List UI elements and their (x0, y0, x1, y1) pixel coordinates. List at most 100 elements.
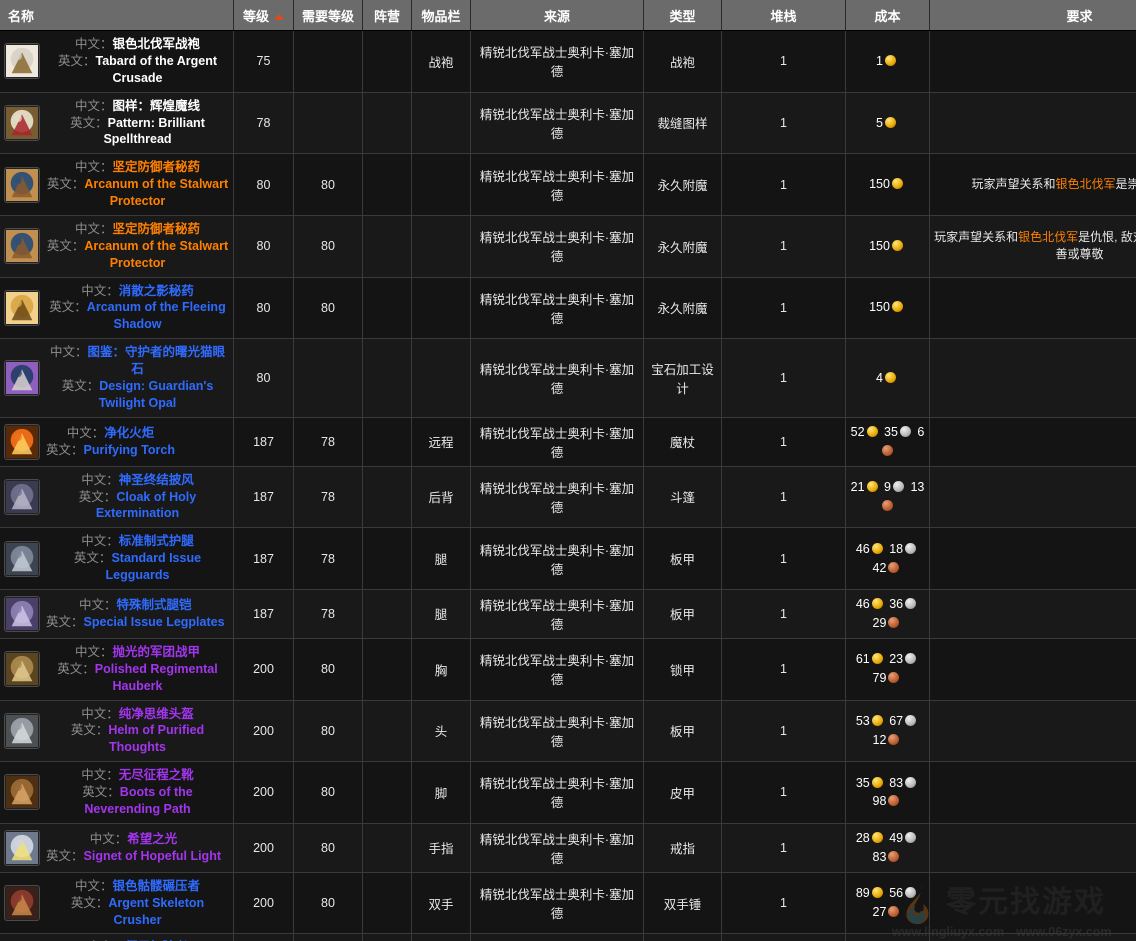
column-header-level[interactable]: 等级 (234, 0, 294, 31)
item-name-cn[interactable]: 无尽征程之靴 (119, 768, 194, 782)
two-hand-mace-icon[interactable] (4, 885, 40, 921)
cell-source[interactable]: 精锐北伐军战士奥利卡·塞加德 (471, 31, 644, 93)
cloak-icon[interactable] (4, 479, 40, 515)
column-header-req[interactable]: 要求 (930, 0, 1136, 31)
column-header-type[interactable]: 类型 (644, 0, 722, 31)
table-row[interactable]: 中文：消散之影秘药英文：Arcanum of the Fleeing Shado… (0, 277, 1136, 339)
cell-source[interactable]: 精锐北伐军战士奥利卡·塞加德 (471, 154, 644, 216)
item-name-en[interactable]: Standard Issue Legguards (106, 551, 202, 582)
table-row[interactable]: 中文：银色骷髅碾压者英文：Argent Skeleton Crusher2008… (0, 872, 1136, 934)
item-name-en[interactable]: Purifying Torch (84, 443, 175, 457)
item-name-cn[interactable]: 银色骷髅碾压者 (113, 879, 201, 893)
item-name-cn[interactable]: 标准制式护腿 (119, 534, 194, 548)
column-header-faction[interactable]: 阵营 (363, 0, 412, 31)
table-row[interactable]: 中文：银色北伐军战袍英文：Tabard of the Argent Crusad… (0, 31, 1136, 93)
req-prefix: 玩家声望关系和 (971, 177, 1055, 191)
cell-name: 中文：消散之影秘药英文：Arcanum of the Fleeing Shado… (0, 277, 234, 339)
cell-cost: 46 18 42 (846, 528, 930, 590)
item-name-cn[interactable]: 坚定防御者秘药 (113, 222, 201, 236)
item-name-en[interactable]: Design: Guardian's Twilight Opal (99, 379, 214, 410)
legplates-icon[interactable] (4, 596, 40, 632)
item-name-cn[interactable]: 图鉴：守护者的曙光猫眼石 (88, 345, 226, 376)
cell-source[interactable]: 精锐北伐军战士奥利卡·塞加德 (471, 466, 644, 528)
ring-signet-icon[interactable] (4, 830, 40, 866)
column-header-slot[interactable]: 物品栏 (412, 0, 471, 31)
table-row[interactable]: 中文：抛光的军团战甲英文：Polished Regimental Hauberk… (0, 638, 1136, 700)
cell-source[interactable]: 精锐北伐军战士奥利卡·塞加德 (471, 92, 644, 154)
item-name-block: 中文：希望之光英文：Signet of Hopeful Light (46, 831, 221, 865)
item-name-en[interactable]: Special Issue Legplates (84, 615, 225, 629)
item-name-en[interactable]: Arcanum of the Stalwart Protector (84, 239, 228, 270)
cell-source[interactable]: 精锐北伐军战士奥利卡·塞加德 (471, 215, 644, 277)
item-name-en[interactable]: Arcanum of the Stalwart Protector (84, 177, 228, 208)
arcanum-blue-icon[interactable] (4, 228, 40, 264)
tabard-white-icon[interactable] (4, 43, 40, 79)
column-header-name[interactable]: 名称 (0, 0, 234, 31)
item-name-en[interactable]: Arcanum of the Fleeing Shadow (87, 300, 226, 331)
item-name-en[interactable]: Helm of Purified Thoughts (108, 723, 204, 754)
item-name-en[interactable]: Pattern: Brilliant Spellthread (103, 116, 204, 147)
cell-type: 战袍 (644, 31, 722, 93)
item-name-en-line: 英文：Boots of the Neverending Path (46, 784, 229, 818)
item-name-en[interactable]: Tabard of the Argent Crusade (95, 54, 217, 85)
table-row[interactable]: 中文：标准制式护腿英文：Standard Issue Legguards1877… (0, 528, 1136, 590)
pattern-scroll-icon[interactable] (4, 105, 40, 141)
design-parchment-icon[interactable] (4, 360, 40, 396)
item-name-en[interactable]: Argent Skeleton Crusher (108, 896, 204, 927)
cell-source[interactable]: 精锐北伐军战士奥利卡·塞加德 (471, 589, 644, 638)
helm-plate-icon[interactable] (4, 713, 40, 749)
item-name-cn[interactable]: 纯净思维头盔 (119, 707, 194, 721)
torch-fire-icon[interactable] (4, 424, 40, 460)
table-row[interactable]: 中文：净化火炬英文：Purifying Torch18778远程精锐北伐军战士奥… (0, 417, 1136, 466)
cost-value: 21 9 13 (850, 478, 925, 516)
item-name-cn[interactable]: 特殊制式腿铠 (117, 598, 192, 612)
table-row[interactable]: 中文：坚定防御者秘药英文：Arcanum of the Stalwart Pro… (0, 215, 1136, 277)
req-faction-name[interactable]: 银色北伐军 (1018, 230, 1078, 244)
cell-source[interactable]: 精锐北伐军战士奥利卡·塞加德 (471, 872, 644, 934)
cell-level: 187 (234, 466, 294, 528)
table-row[interactable]: 中文：僵尸扫除者英文：Zombie Sweeper Shotgun20080远程… (0, 934, 1136, 941)
column-header-stack[interactable]: 堆栈 (722, 0, 846, 31)
table-row[interactable]: 中文：图样：辉煌魔线英文：Pattern: Brilliant Spellthr… (0, 92, 1136, 154)
table-row[interactable]: 中文：神圣终结披风英文：Cloak of Holy Extermination1… (0, 466, 1136, 528)
cell-source[interactable]: 精锐北伐军战士奥利卡·塞加德 (471, 339, 644, 418)
cell-name: 中文：图样：辉煌魔线英文：Pattern: Brilliant Spellthr… (0, 92, 234, 154)
table-row[interactable]: 中文：坚定防御者秘药英文：Arcanum of the Stalwart Pro… (0, 154, 1136, 216)
arcanum-gold-icon[interactable] (4, 290, 40, 326)
column-header-reqlevel[interactable]: 需要等级 (294, 0, 363, 31)
column-header-cost[interactable]: 成本 (846, 0, 930, 31)
cell-source[interactable]: 精锐北伐军战士奥利卡·塞加德 (471, 528, 644, 590)
column-header-source[interactable]: 来源 (471, 0, 644, 31)
item-name-cn[interactable]: 消散之影秘药 (119, 284, 194, 298)
gold-coin-icon (867, 481, 878, 492)
cell-source[interactable]: 精锐北伐军战士奥利卡·塞加德 (471, 823, 644, 872)
hauberk-mail-icon[interactable] (4, 651, 40, 687)
cell-source[interactable]: 精锐北伐军战士奥利卡·塞加德 (471, 934, 644, 941)
item-name-cn[interactable]: 银色北伐军战袍 (113, 37, 201, 51)
table-row[interactable]: 中文：无尽征程之靴英文：Boots of the Neverending Pat… (0, 762, 1136, 824)
legguards-plate-icon[interactable] (4, 541, 40, 577)
table-row[interactable]: 中文：纯净思维头盔英文：Helm of Purified Thoughts200… (0, 700, 1136, 762)
item-name-en[interactable]: Signet of Hopeful Light (84, 849, 221, 863)
cell-source[interactable]: 精锐北伐军战士奥利卡·塞加德 (471, 700, 644, 762)
cell-source[interactable]: 精锐北伐军战士奥利卡·塞加德 (471, 417, 644, 466)
cell-source[interactable]: 精锐北伐军战士奥利卡·塞加德 (471, 277, 644, 339)
item-name-cn[interactable]: 净化火炬 (104, 426, 154, 440)
table-row[interactable]: 中文：图鉴：守护者的曙光猫眼石英文：Design: Guardian's Twi… (0, 339, 1136, 418)
cell-source[interactable]: 精锐北伐军战士奥利卡·塞加德 (471, 638, 644, 700)
table-row[interactable]: 中文：希望之光英文：Signet of Hopeful Light20080手指… (0, 823, 1136, 872)
item-name-cn[interactable]: 抛光的军团战甲 (113, 645, 201, 659)
item-name-cn[interactable]: 坚定防御者秘药 (113, 160, 201, 174)
arcanum-blue-icon[interactable] (4, 167, 40, 203)
item-name-cn[interactable]: 图样：辉煌魔线 (113, 99, 201, 113)
item-name-cn[interactable]: 神圣终结披风 (119, 473, 194, 487)
item-name-en[interactable]: Polished Regimental Hauberk (95, 662, 218, 693)
cell-name: 中文：银色北伐军战袍英文：Tabard of the Argent Crusad… (0, 31, 234, 93)
table-row[interactable]: 中文：特殊制式腿铠英文：Special Issue Legplates18778… (0, 589, 1136, 638)
item-name-cn[interactable]: 希望之光 (127, 832, 177, 846)
gold-coin-icon (892, 301, 903, 312)
cell-source[interactable]: 精锐北伐军战士奥利卡·塞加德 (471, 762, 644, 824)
cell-cost: 53 67 12 (846, 700, 930, 762)
boots-leather-icon[interactable] (4, 774, 40, 810)
req-faction-name[interactable]: 银色北伐军 (1055, 177, 1115, 191)
